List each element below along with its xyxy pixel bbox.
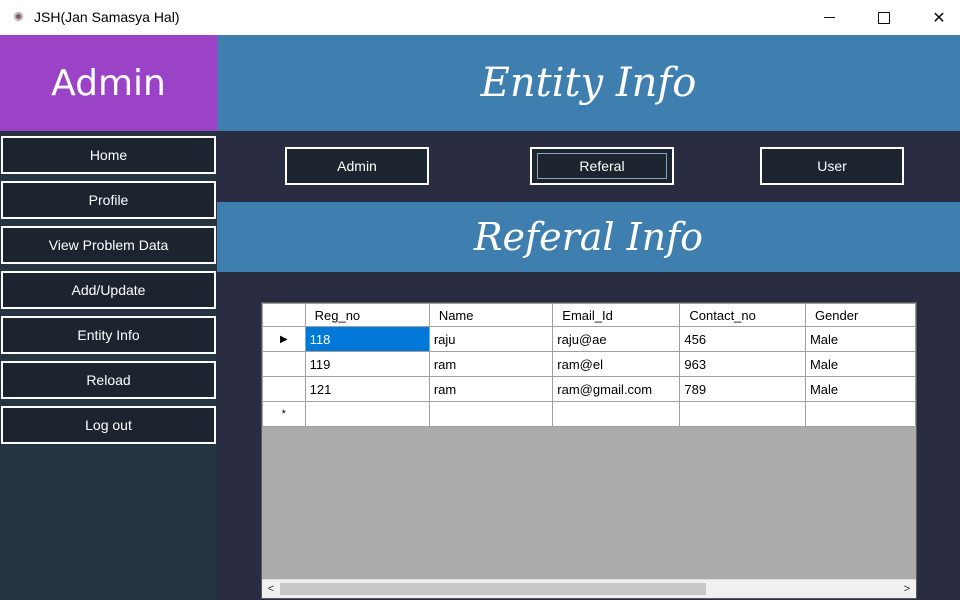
grid-cell[interactable] [804,401,917,427]
close-button[interactable]: ✕ [913,0,960,35]
tab-admin-label: Admin [337,158,377,174]
sidebar-item-reload[interactable]: Reload [1,361,216,399]
sidebar-item-profile[interactable]: Profile [1,181,216,219]
tab-referal-label: Referal [537,153,667,179]
grid-cell[interactable] [304,401,430,427]
grid-cell[interactable]: ram [428,376,554,402]
grid-cell[interactable]: raju [428,326,554,352]
title-bar: JSH(Jan Samasya Hal) ✕ [0,0,960,35]
column-header-name[interactable]: Name [428,303,554,327]
column-header-gender[interactable]: Gender [804,303,917,327]
grid-cell[interactable]: ram@gmail.com [552,376,681,402]
grid-cell[interactable] [679,401,806,427]
main-panel: Entity Info Admin Referal User Referal I… [217,35,960,600]
grid-cell[interactable]: 963 [679,351,806,377]
maximize-icon [878,11,890,24]
horizontal-scrollbar[interactable]: < > [262,579,916,598]
grid-cell[interactable]: raju@ae [552,326,681,352]
row-header[interactable] [262,351,306,377]
scroll-right-icon[interactable]: > [899,581,915,597]
grid-cell[interactable] [428,401,554,427]
tab-user-label: User [817,158,847,174]
current-row-indicator-icon[interactable]: ▶ [262,326,306,352]
sidebar-item-home[interactable]: Home [1,136,216,174]
scroll-left-icon[interactable]: < [263,581,279,597]
row-header-corner [262,303,306,327]
data-grid[interactable]: Reg_no Name Email_Id Contact_no Gender ▶… [261,302,917,599]
new-row-indicator-icon[interactable]: * [262,401,306,427]
grid-header-row: Reg_no Name Email_Id Contact_no Gender [262,303,917,327]
close-icon: ✕ [932,9,946,27]
column-header-contact-no[interactable]: Contact_no [679,303,806,327]
sidebar: Admin Home Profile View Problem Data Add… [0,35,217,600]
grid-cell[interactable]: Male [804,326,917,352]
sidebar-item-add-update[interactable]: Add/Update [1,271,216,309]
brand-header: Admin [0,35,217,131]
column-header-email-id[interactable]: Email_Id [552,303,681,327]
app-icon [14,12,23,21]
window-title: JSH(Jan Samasya Hal) [34,9,180,25]
grid-cell[interactable]: Male [804,351,917,377]
table-row[interactable]: ▶ 118 raju raju@ae 456 Male [262,326,917,352]
section-title: Referal Info [217,202,960,272]
grid-cell[interactable]: 789 [679,376,806,402]
tab-admin[interactable]: Admin [285,147,429,185]
grid-cell[interactable]: 456 [679,326,806,352]
minimize-button[interactable] [803,0,855,35]
grid-cell[interactable]: Male [804,376,917,402]
sidebar-item-entity-info[interactable]: Entity Info [1,316,216,354]
grid-cell[interactable] [552,401,681,427]
grid-cell[interactable]: ram@el [552,351,681,377]
column-header-reg-no[interactable]: Reg_no [304,303,430,327]
sidebar-item-view-problem-data[interactable]: View Problem Data [1,226,216,264]
maximize-button[interactable] [858,0,910,35]
table-row[interactable]: 119 ram ram@el 963 Male [262,351,917,377]
sidebar-item-logout[interactable]: Log out [1,406,216,444]
brand-title: Admin [51,62,166,104]
grid-cell[interactable]: 118 [304,326,430,352]
grid-table: Reg_no Name Email_Id Contact_no Gender ▶… [262,303,917,427]
grid-cell[interactable]: ram [428,351,554,377]
tab-referal[interactable]: Referal [530,147,674,185]
table-row[interactable]: 121 ram ram@gmail.com 789 Male [262,376,917,402]
page-title: Entity Info [217,35,960,131]
new-row[interactable]: * [262,401,917,427]
minimize-icon [823,17,835,18]
scrollbar-thumb[interactable] [280,583,706,595]
grid-cell[interactable]: 119 [304,351,430,377]
grid-cell[interactable]: 121 [304,376,430,402]
row-header[interactable] [262,376,306,402]
tab-user[interactable]: User [760,147,904,185]
